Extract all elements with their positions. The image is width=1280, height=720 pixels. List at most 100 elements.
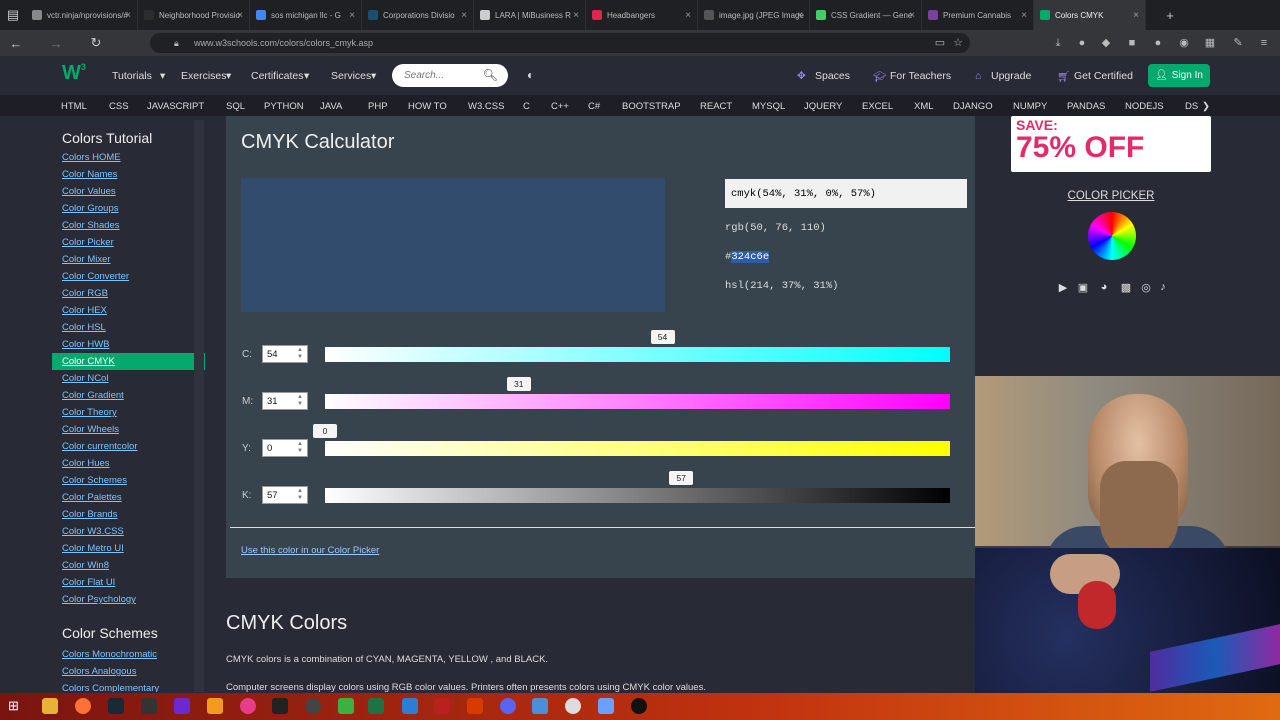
sidebar-item[interactable]: Color RGB [52,285,205,302]
slider-track[interactable] [325,394,950,409]
close-icon[interactable]: × [1021,10,1027,21]
slider-thumb-tooltip[interactable]: 0 [313,424,337,438]
sidebar-item[interactable]: Colors HOME [52,149,205,166]
start-menu-icon[interactable]: ⊞ [8,698,24,714]
sidebar-item[interactable]: Color CMYK [52,353,205,370]
spinner-icon[interactable]: ▲ ▼ [297,347,303,361]
app-icon-6[interactable] [598,698,614,714]
tiktok-icon[interactable]: ♪ [1156,281,1170,295]
close-icon[interactable]: × [685,10,691,21]
search-input[interactable]: Search... 🔍︎ [392,64,508,87]
lang-link[interactable]: C# [588,101,600,112]
sidebar-item[interactable]: Color Gradient [52,387,205,404]
sidebar-item[interactable]: Color Schemes [52,472,205,489]
lang-link[interactable]: JAVA [320,101,342,112]
sidebar-item[interactable]: Colors Complementary [52,680,205,692]
youtube-icon[interactable]: ▶ [1056,281,1070,295]
sidebar-item[interactable]: Color Wheels [52,421,205,438]
nav-tutorials[interactable]: Tutorials [112,70,152,82]
lang-link[interactable]: DS [1185,101,1198,112]
lang-link[interactable]: C++ [551,101,569,112]
sidebar-item[interactable]: Color Win8 [52,557,205,574]
slider-track[interactable] [325,347,950,362]
browser-tab[interactable]: LARA | MiBusiness R × [474,0,586,30]
discord-taskbar-icon[interactable] [500,698,516,714]
extension-icon-3[interactable]: ■ [1124,35,1140,51]
new-tab-button[interactable]: + [1158,3,1182,27]
chrome-icon[interactable] [631,698,647,714]
discord-icon[interactable]: ◕ [1097,281,1111,295]
slider-thumb-tooltip[interactable]: 54 [650,330,675,344]
close-icon[interactable]: × [237,10,243,21]
chevron-right-icon[interactable]: ❯ [1202,101,1210,112]
search-icon[interactable]: 🔍︎ [483,68,498,82]
nav-get-certified[interactable]: Get Certified [1074,70,1133,82]
app-icon-5[interactable] [565,698,581,714]
instagram-icon[interactable]: ◎ [1139,281,1153,295]
lang-link[interactable]: CSS [109,101,129,112]
nvidia-icon[interactable] [338,698,354,714]
obs-icon[interactable] [305,698,321,714]
sidebar-item[interactable]: Color Mixer [52,251,205,268]
app-icon-4[interactable] [532,698,548,714]
browser-tab[interactable]: Colors CMYK × [1034,0,1146,30]
lang-link[interactable]: REACT [700,101,732,112]
lang-link[interactable]: XML [914,101,934,112]
reload-icon[interactable]: ↻ [84,31,108,55]
browser-tab[interactable]: Headbangers × [586,0,698,30]
browser-tab[interactable]: Premium Cannabis × [922,0,1034,30]
lang-link[interactable]: MYSQL [752,101,785,112]
lang-link[interactable]: W3.CSS [468,101,504,112]
sidebar-item[interactable]: Color HEX [52,302,205,319]
close-icon[interactable]: × [797,10,803,21]
slider-track[interactable] [325,488,950,503]
lang-link[interactable]: C [523,101,530,112]
epic-games-icon[interactable] [141,698,157,714]
app-icon-3[interactable] [467,698,483,714]
sidebar-item[interactable]: Color Brands [52,506,205,523]
filezilla-icon[interactable] [434,698,450,714]
firefox-icon[interactable] [75,698,91,714]
lang-link[interactable]: EXCEL [862,101,893,112]
nav-exercises[interactable]: Exercises [181,70,227,82]
lang-link[interactable]: HOW TO [408,101,447,112]
browser-tab[interactable]: Corporations Divisio × [362,0,474,30]
browser-tab[interactable]: CSS Gradient — Gene × [810,0,922,30]
color-wheel-icon[interactable] [1088,212,1136,260]
spinner-icon[interactable]: ▲ ▼ [297,488,303,502]
sidebar-item[interactable]: Color Names [52,166,205,183]
close-icon[interactable]: × [125,10,131,21]
linkedin-icon[interactable]: ▣ [1076,281,1090,295]
extension-icon-5[interactable]: ◉ [1176,35,1192,51]
extension-icon-2[interactable]: ◆ [1098,35,1114,51]
tab-search-icon[interactable]: ▤ [0,3,26,27]
close-icon[interactable]: × [461,10,467,21]
spinner-icon[interactable]: ▲ ▼ [297,441,303,455]
sidebar-item[interactable]: Color Palettes [52,489,205,506]
slider-number-input[interactable]: 54 ▲ ▼ [262,345,308,363]
download-icon[interactable]: ⤓ [1050,35,1066,51]
sidebar-item[interactable]: Color NCol [52,370,205,387]
slider-thumb-tooltip[interactable]: 57 [669,471,694,485]
lang-link[interactable]: JQUERY [804,101,842,112]
sidebar-item[interactable]: Colors Monochromatic [52,646,205,663]
sidebar-item[interactable]: Color HWB [52,336,205,353]
nav-services[interactable]: Services [331,70,371,82]
close-icon[interactable]: × [349,10,355,21]
lang-link[interactable]: DJANGO [953,101,993,112]
nav-spaces[interactable]: Spaces [815,70,850,82]
bookmark-star-icon[interactable]: ☆ [950,35,966,51]
app-icon-2[interactable] [240,698,256,714]
slider-number-input[interactable]: 57 ▲ ▼ [262,486,308,504]
browser-tab[interactable]: Neighborhood Provisio × [138,0,250,30]
lang-link[interactable]: PANDAS [1067,101,1105,112]
browser-tab[interactable]: image.jpg (JPEG Image × [698,0,810,30]
contrast-toggle-icon[interactable]: ◐ [527,68,534,82]
sidebar-item[interactable]: Color Hues [52,455,205,472]
file-explorer-icon[interactable] [42,698,58,714]
nav-upgrade[interactable]: Upgrade [991,70,1031,82]
sidebar-item[interactable]: Color Groups [52,200,205,217]
lang-link[interactable]: BOOTSTRAP [622,101,681,112]
vlc-icon[interactable] [207,698,223,714]
sidebar-item[interactable]: Colors Analogous [52,663,205,680]
